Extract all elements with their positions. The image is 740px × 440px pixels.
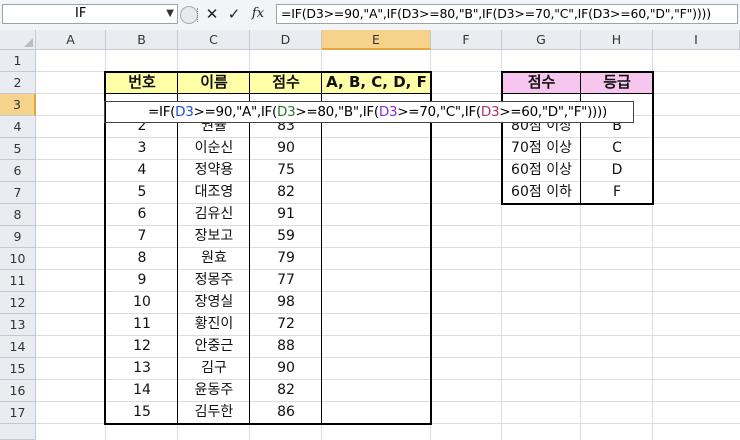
col-header-i[interactable]: I: [653, 30, 740, 50]
main-table-border: [104, 71, 432, 425]
row-header[interactable]: 7: [0, 182, 36, 204]
select-all-button[interactable]: [0, 30, 36, 50]
row-header[interactable]: 15: [0, 358, 36, 380]
row-header[interactable]: 4: [0, 116, 36, 138]
cell-edit-border: [104, 101, 634, 123]
row-header[interactable]: 13: [0, 314, 36, 336]
formula-bar-circle-icon: [180, 6, 198, 24]
grade-table-border: [501, 71, 654, 205]
row-header[interactable]: 14: [0, 336, 36, 358]
name-box[interactable]: IF ▼: [2, 4, 178, 24]
row-header-partial: [0, 424, 36, 440]
enter-icon[interactable]: ✓: [226, 5, 242, 23]
row-header[interactable]: 17: [0, 402, 36, 424]
main-table-header-divider: [104, 93, 432, 94]
col-header-b[interactable]: B: [106, 30, 178, 50]
col-header-f[interactable]: F: [431, 30, 502, 50]
main-table-col-line: [177, 71, 178, 425]
row-header[interactable]: 1: [0, 50, 36, 72]
col-header-g[interactable]: G: [502, 30, 581, 50]
chevron-down-icon[interactable]: ▼: [166, 5, 174, 23]
name-box-value: IF: [75, 6, 87, 21]
row-header[interactable]: 6: [0, 160, 36, 182]
col-header-e[interactable]: E: [322, 30, 431, 50]
formula-bar: IF ▼ ✕ ✓ fx =IF(D3>=90,"A",IF(D3>=80,"B"…: [0, 0, 740, 31]
grade-table-header-divider: [501, 93, 654, 94]
insert-function-icon[interactable]: fx: [248, 5, 268, 23]
formula-input[interactable]: =IF(D3>=90,"A",IF(D3>=80,"B",IF(D3>=70,"…: [276, 4, 738, 24]
row-header[interactable]: 10: [0, 248, 36, 270]
row-header[interactable]: 11: [0, 270, 36, 292]
row-header[interactable]: 16: [0, 380, 36, 402]
row-header[interactable]: 5: [0, 138, 36, 160]
row-header[interactable]: 9: [0, 226, 36, 248]
row-header[interactable]: 3: [0, 94, 36, 116]
col-header-d[interactable]: D: [250, 30, 322, 50]
row-header[interactable]: 12: [0, 292, 36, 314]
main-table-col-line: [321, 71, 322, 425]
col-header-h[interactable]: H: [581, 30, 653, 50]
cancel-icon[interactable]: ✕: [204, 5, 220, 23]
grip-icon: [197, 8, 200, 22]
col-header-c[interactable]: C: [178, 30, 250, 50]
main-table-col-line: [249, 71, 250, 425]
row-header[interactable]: 2: [0, 72, 36, 94]
grade-table-col-line: [580, 71, 581, 205]
col-header-a[interactable]: A: [36, 30, 106, 50]
row-header[interactable]: 8: [0, 204, 36, 226]
